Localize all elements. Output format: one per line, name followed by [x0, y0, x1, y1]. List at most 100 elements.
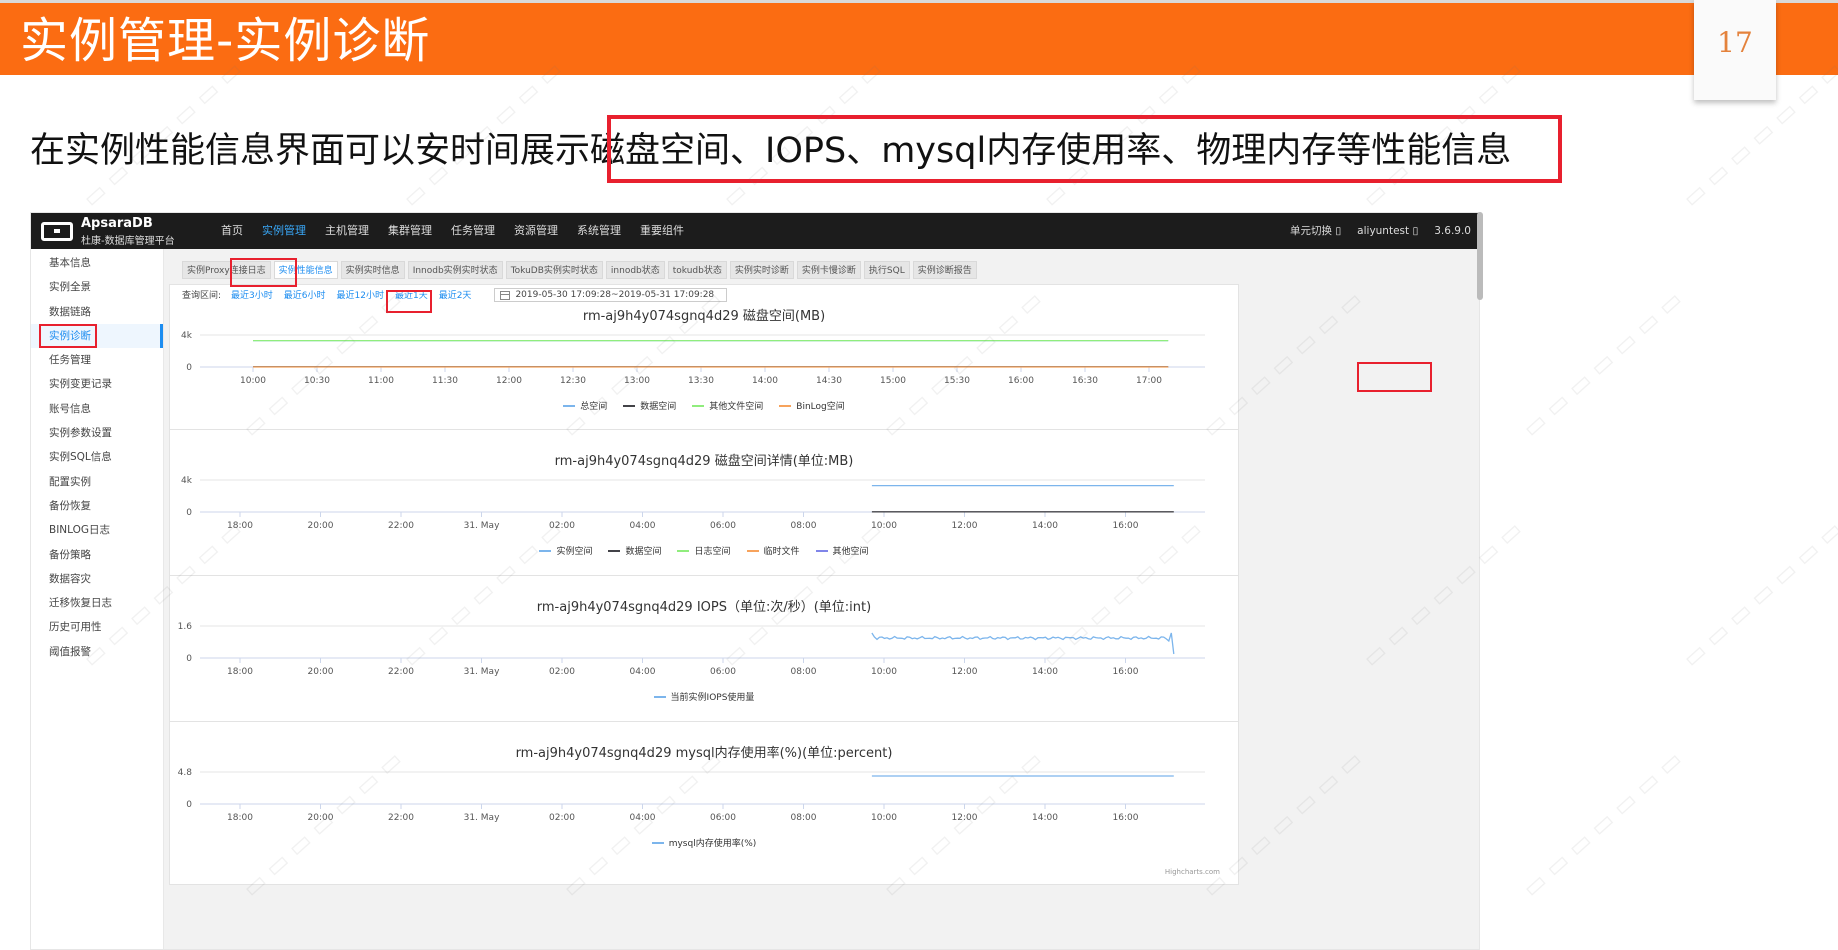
sidebar-item-4[interactable]: 任务管理: [31, 348, 163, 372]
x-tick-label: 10:00: [871, 521, 897, 531]
highcharts-credit[interactable]: Highcharts.com: [1165, 868, 1220, 876]
legend-item-2[interactable]: 日志空间: [677, 544, 731, 557]
legend-swatch: [651, 841, 664, 844]
chart-panel-2: rm-aj9h4y074sgnq4d29 IOPS（单位:次/秒）(单位:int…: [169, 575, 1239, 739]
x-tick-label: 02:00: [549, 521, 575, 531]
x-tick-label: 18:00: [227, 521, 253, 531]
top-right-item-0[interactable]: 单元切换 ▯: [1290, 213, 1341, 249]
x-tick-label: 04:00: [630, 521, 656, 531]
tab-2[interactable]: 实例实时信息: [340, 261, 405, 279]
page-scrollbar[interactable]: [1477, 212, 1483, 300]
app-window: ApsaraDB 杜康-数据库管理平台 首页 实例管理 主机管理 集群管理 任务管理 资源…: [30, 212, 1480, 950]
slide-title: 实例管理-实例诊断: [20, 13, 431, 69]
chart-panel-3: rm-aj9h4y074sgnq4d29 mysql内存使用率(%)(单位:pe…: [169, 721, 1239, 885]
x-tick-label: 12:00: [952, 521, 978, 531]
x-tick-label: 02:00: [549, 667, 575, 677]
x-tick-label: 13:00: [624, 376, 650, 386]
tab-8[interactable]: 实例卡慢诊断: [796, 261, 861, 279]
sidebar-item-7[interactable]: 实例参数设置: [31, 421, 163, 445]
tab-6[interactable]: tokudb状态: [667, 261, 727, 279]
sidebar-item-5[interactable]: 实例变更记录: [31, 372, 163, 396]
y-tick-label: 0: [186, 654, 192, 664]
nav-item-0[interactable]: 首页: [221, 213, 243, 249]
sidebar-item-0[interactable]: 基本信息: [31, 251, 163, 275]
x-tick-label: 17:00: [1136, 376, 1162, 386]
sidebar-item-16[interactable]: 阈值报警: [31, 640, 163, 664]
nav-item-7[interactable]: 重要组件: [640, 213, 684, 249]
tab-highlight-box: [230, 258, 297, 287]
nav-item-3[interactable]: 集群管理: [388, 213, 432, 249]
watermark: ▭ ▭ ▭ ▭ ▭ ▭ ▭: [1676, 515, 1838, 673]
legend-swatch: [677, 549, 690, 552]
top-right-menu: 单元切换 ▯ aliyuntest ▯ 3.6.9.0: [1274, 213, 1471, 249]
tab-7[interactable]: 实例实时诊断: [729, 261, 794, 279]
x-tick-label: 14:30: [816, 376, 842, 386]
legend-swatch: [608, 549, 621, 552]
legend-item-0[interactable]: mysql内存使用率(%): [651, 836, 756, 849]
x-tick-label: 11:00: [368, 376, 394, 386]
legend-item-1[interactable]: 数据空间: [608, 544, 661, 557]
tab-10[interactable]: 实例诊断报告: [912, 261, 977, 279]
legend-label: 其他空间: [832, 547, 869, 557]
y-tick-label: 0: [186, 363, 192, 373]
legend-item-3[interactable]: BinLog空间: [779, 399, 845, 412]
legend-label: 数据空间: [640, 402, 677, 412]
nav-item-5[interactable]: 资源管理: [514, 213, 558, 249]
nav-item-1[interactable]: 实例管理: [262, 213, 306, 249]
top-right-item-1[interactable]: aliyuntest ▯: [1357, 213, 1418, 249]
legend-item-1[interactable]: 数据空间: [623, 399, 676, 412]
legend-label: 日志空间: [694, 547, 731, 557]
legend-swatch: [779, 404, 792, 407]
x-tick-label: 22:00: [388, 521, 414, 531]
x-tick-label: 13:30: [688, 376, 714, 386]
chart-plot: 4k 0 10:00 10:30 11:00 11:30 12:00 12:30 13:00 13…: [181, 331, 1205, 386]
legend-item-4[interactable]: 其他空间: [815, 544, 869, 557]
y-tick-label: 1.6: [178, 622, 193, 632]
sidebar: 基本信息 实例全景 数据链路 实例诊断 任务管理 实例变更记录 账号信息 实例参数设置 实例SQ…: [31, 249, 164, 949]
chart-legend: 当前实例IOPS使用量: [170, 690, 1238, 703]
legend-swatch: [746, 549, 759, 552]
x-tick-label: 10:30: [304, 376, 330, 386]
x-tick-label: 31. May: [464, 667, 500, 677]
range-highlight-box: [386, 290, 432, 313]
sidebar-item-9[interactable]: 配置实例: [31, 470, 163, 494]
legend-item-0[interactable]: 总空间: [563, 399, 607, 412]
sidebar-item-8[interactable]: 实例SQL信息: [31, 445, 163, 469]
x-tick-label: 18:00: [227, 813, 253, 823]
legend-item-2[interactable]: 其他文件空间: [692, 399, 763, 412]
chart-plot: 4.8 0 18:00 20:00 22:00 31. May 02:00 04:00 06:0…: [178, 768, 1205, 823]
chart-legend: 实例空间 数据空间 日志空间 临时文件 其他空间: [170, 544, 1238, 557]
chart-plot: 1.6 0 18:00 20:00 22:00 31. May 02:00 04:00 06:0…: [178, 622, 1205, 677]
sidebar-item-12[interactable]: 备份策略: [31, 543, 163, 567]
nav-item-4[interactable]: 任务管理: [451, 213, 495, 249]
chart-legend: mysql内存使用率(%): [170, 836, 1238, 849]
legend-swatch: [815, 549, 828, 552]
legend-swatch: [563, 404, 576, 407]
legend-label: 其他文件空间: [709, 402, 764, 412]
sidebar-item-10[interactable]: 备份恢复: [31, 494, 163, 518]
legend-item-0[interactable]: 实例空间: [539, 544, 592, 557]
legend-item-3[interactable]: 临时文件: [746, 544, 800, 557]
top-right-item-2[interactable]: 3.6.9.0: [1434, 213, 1471, 249]
tab-3[interactable]: Innodb实例实时状态: [407, 261, 503, 279]
sidebar-item-14[interactable]: 迁移恢复日志: [31, 591, 163, 615]
sidebar-item-6[interactable]: 账号信息: [31, 397, 163, 421]
sidebar-item-2[interactable]: 数据链路: [31, 300, 163, 324]
page-number-badge: 17: [1694, 0, 1776, 100]
chart-panel-1: rm-aj9h4y074sgnq4d29 磁盘空间详情(单位:MB) 4k 0 18:…: [169, 429, 1239, 593]
nav-item-2[interactable]: 主机管理: [325, 213, 369, 249]
legend-item-0[interactable]: 当前实例IOPS使用量: [653, 690, 754, 703]
sidebar-item-13[interactable]: 数据容灾: [31, 567, 163, 591]
x-tick-label: 04:00: [630, 813, 656, 823]
sidebar-item-15[interactable]: 历史可用性: [31, 615, 163, 639]
tab-5[interactable]: innodb状态: [605, 261, 665, 279]
nav-item-6[interactable]: 系统管理: [577, 213, 621, 249]
x-tick-label: 20:00: [308, 521, 334, 531]
legend-swatch: [539, 549, 552, 552]
tab-4[interactable]: TokuDB实例实时状态: [505, 261, 603, 279]
tab-9[interactable]: 执行SQL: [863, 261, 910, 279]
sidebar-item-1[interactable]: 实例全景: [31, 275, 163, 299]
main-content: 实例Proxy连接日志 实例性能信息 实例实时信息 Innodb实例实时状态 TokuD…: [164, 249, 1479, 949]
sidebar-item-11[interactable]: BINLOG日志: [31, 518, 163, 542]
legend-label: 数据空间: [625, 547, 662, 557]
